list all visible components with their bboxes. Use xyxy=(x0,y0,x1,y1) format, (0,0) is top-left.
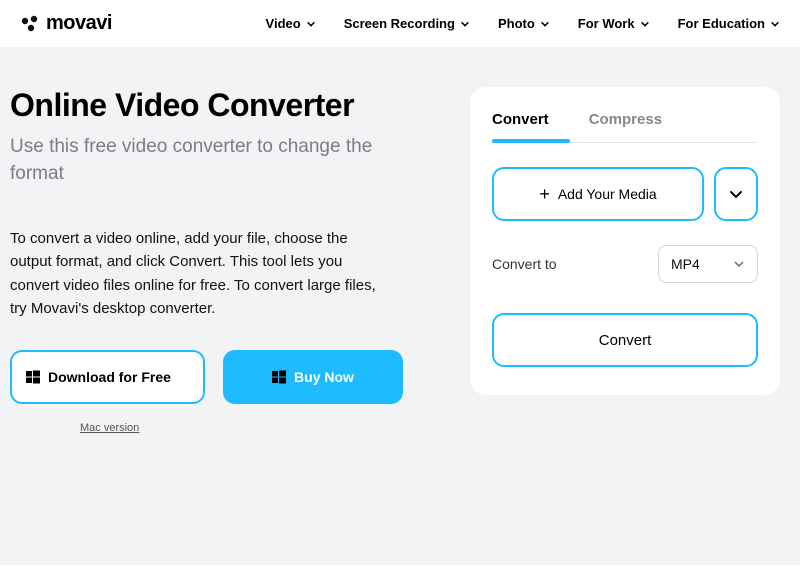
card-tabs: Convert Compress xyxy=(492,111,758,143)
converter-card: Convert Compress + Add Your Media Conver… xyxy=(470,87,780,395)
chevron-down-icon xyxy=(733,258,745,270)
convert-to-label: Convert to xyxy=(492,256,557,272)
chevron-down-icon xyxy=(640,19,650,29)
nav-screen-recording[interactable]: Screen Recording xyxy=(344,16,470,31)
header: movavi Video Screen Recording Photo For … xyxy=(0,0,800,47)
format-row: Convert to MP4 xyxy=(492,245,758,283)
nav-label: Photo xyxy=(498,16,535,31)
windows-icon xyxy=(26,370,40,384)
mac-version-link[interactable]: Mac version xyxy=(80,422,139,434)
nav-for-education[interactable]: For Education xyxy=(678,16,780,31)
nav-video[interactable]: Video xyxy=(266,16,316,31)
movavi-logo-icon xyxy=(20,14,40,34)
page-subtitle: Use this free video converter to change … xyxy=(10,134,430,187)
chevron-down-icon xyxy=(729,187,743,201)
main-content: Online Video Converter Use this free vid… xyxy=(0,47,800,565)
plus-icon: + xyxy=(539,184,550,205)
tab-convert[interactable]: Convert xyxy=(492,111,549,142)
brand-name: movavi xyxy=(46,12,112,35)
page-description: To convert a video online, add your file… xyxy=(10,227,390,320)
convert-button[interactable]: Convert xyxy=(492,313,758,367)
format-select[interactable]: MP4 xyxy=(658,245,758,283)
nav-photo[interactable]: Photo xyxy=(498,16,550,31)
nav-label: Screen Recording xyxy=(344,16,455,31)
nav-label: For Work xyxy=(578,16,635,31)
main-nav: Video Screen Recording Photo For Work Fo… xyxy=(266,16,780,31)
hero-section: Online Video Converter Use this free vid… xyxy=(10,87,440,545)
chevron-down-icon xyxy=(306,19,316,29)
add-media-dropdown-button[interactable] xyxy=(714,167,758,221)
add-media-button[interactable]: + Add Your Media xyxy=(492,167,704,221)
cta-row: Download for Free Buy Now xyxy=(10,350,430,404)
nav-label: Video xyxy=(266,16,301,31)
add-media-row: + Add Your Media xyxy=(492,167,758,221)
nav-label: For Education xyxy=(678,16,765,31)
buy-label: Buy Now xyxy=(294,369,354,385)
tab-indicator xyxy=(492,139,570,143)
page-title: Online Video Converter xyxy=(10,87,430,124)
chevron-down-icon xyxy=(540,19,550,29)
nav-for-work[interactable]: For Work xyxy=(578,16,650,31)
format-selected-value: MP4 xyxy=(671,256,700,272)
chevron-down-icon xyxy=(770,19,780,29)
buy-button[interactable]: Buy Now xyxy=(223,350,403,404)
windows-icon xyxy=(272,370,286,384)
tab-compress[interactable]: Compress xyxy=(589,111,662,142)
add-media-label: Add Your Media xyxy=(558,186,657,202)
download-button[interactable]: Download for Free xyxy=(10,350,205,404)
download-label: Download for Free xyxy=(48,369,171,386)
logo[interactable]: movavi xyxy=(20,12,112,35)
chevron-down-icon xyxy=(460,19,470,29)
